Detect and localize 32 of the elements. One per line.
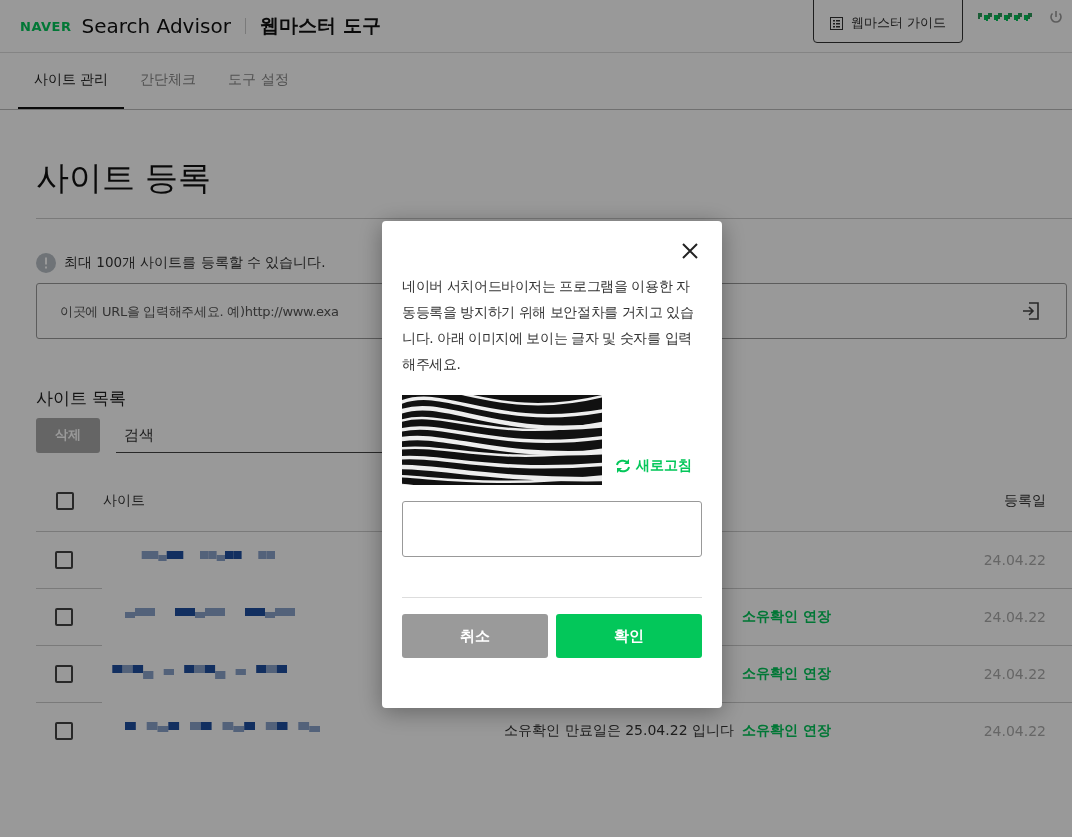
row-checkbox[interactable] bbox=[55, 665, 73, 683]
column-header: 사이트 bbox=[102, 471, 404, 532]
refresh-button[interactable]: 새로고침 bbox=[614, 457, 692, 475]
extend-link[interactable]: 소유확인 연장 bbox=[742, 722, 831, 738]
blurred-username-drawing bbox=[978, 11, 1034, 23]
tab[interactable]: 도구 설정 bbox=[212, 53, 305, 109]
instruction-text: 네이버 서치어드바이저는 프로그램을 이용한 자동등록을 방지하기 위해 보안절차를 거치고 있습니다. 아래 이미지에 보이는 글자 및 숫자를 입력해주세요. bbox=[402, 277, 695, 374]
column-header: 등록일 bbox=[910, 471, 1072, 532]
notice-text: 최대 100개 사이트를 등록할 수 있습니다. bbox=[64, 254, 326, 272]
row-checkbox[interactable] bbox=[55, 722, 73, 740]
captcha-answer-field[interactable] bbox=[402, 501, 702, 557]
expiry-text: 소유확인 만료일은 25.04.22 입니다 bbox=[504, 722, 734, 738]
close-icon[interactable] bbox=[682, 243, 698, 259]
section-heading: 사이트 목록 bbox=[36, 387, 128, 410]
product-name: Search Advisor bbox=[81, 14, 231, 38]
tab[interactable]: 간단체크 bbox=[124, 53, 213, 109]
guide-button[interactable]: 웹마스터 가이드 bbox=[812, 0, 963, 43]
enter-icon[interactable] bbox=[1021, 301, 1041, 321]
info-icon bbox=[36, 253, 56, 273]
select-all-checkbox[interactable] bbox=[56, 492, 74, 510]
extend-link[interactable]: 소유확인 연장 bbox=[742, 665, 831, 681]
confirm-button[interactable]: 확인 bbox=[556, 614, 702, 658]
cancel-button[interactable]: 취소 bbox=[402, 614, 548, 658]
page-title: 사이트 등록 bbox=[36, 156, 1072, 219]
extend-link[interactable]: 소유확인 연장 bbox=[742, 608, 831, 624]
list-icon bbox=[829, 16, 843, 30]
tab[interactable]: 사이트 관리 bbox=[18, 53, 125, 109]
row-checkbox[interactable] bbox=[55, 551, 73, 569]
section-title: 웹마스터 도구 bbox=[259, 13, 381, 38]
row-checkbox[interactable] bbox=[55, 608, 73, 626]
naver-logo[interactable]: NAVER bbox=[20, 18, 72, 34]
refresh-icon bbox=[614, 458, 632, 474]
